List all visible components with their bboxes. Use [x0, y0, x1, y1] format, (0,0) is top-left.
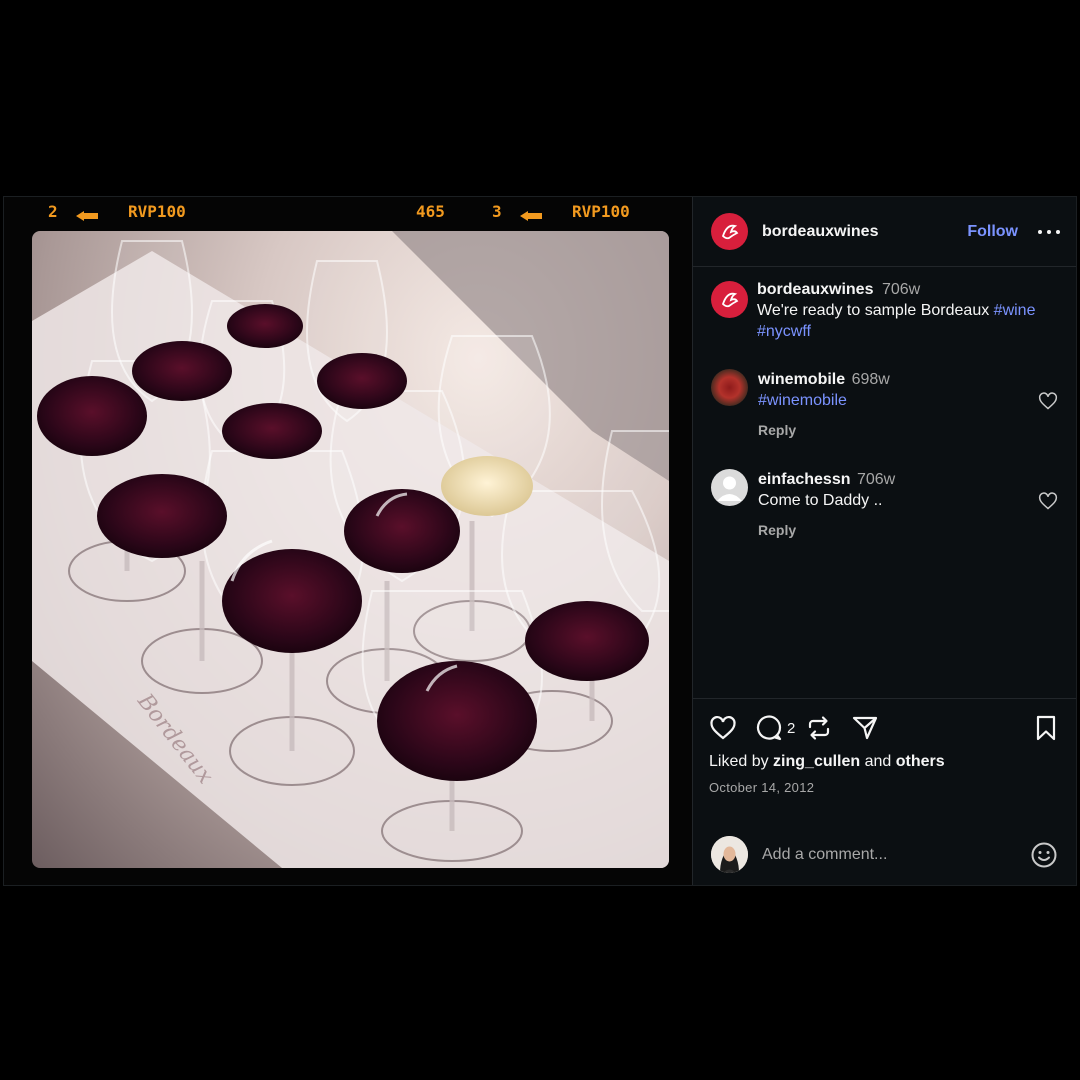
bordeaux-logo-icon — [721, 292, 738, 307]
post-photo[interactable]: Bordeaux — [32, 231, 669, 868]
comment-text[interactable]: #winemobile — [758, 392, 847, 409]
media-pane: 2 RVP100 465 3 RVP100 Bordeaux — [4, 197, 693, 885]
avatar[interactable] — [711, 213, 748, 250]
comments-list: bordeauxwines 706w We're ready to sample… — [693, 267, 1076, 698]
film-code-b: RVP100 — [572, 202, 630, 221]
caption-text: We're ready to sample Bordeaux — [757, 302, 990, 319]
like-heart-icon[interactable] — [709, 714, 737, 742]
frame-number-a: 2 — [48, 202, 58, 221]
film-code-a: RVP100 — [128, 202, 186, 221]
comment-text: Come to Daddy .. — [758, 492, 883, 509]
bookmark-icon[interactable] — [1032, 714, 1060, 742]
post-header: bordeauxwines Follow — [693, 197, 1076, 267]
more-icon[interactable] — [1038, 229, 1060, 234]
film-arrow-icon — [520, 206, 542, 225]
hashtag-link[interactable]: #wine — [994, 302, 1036, 319]
post-card: 2 RVP100 465 3 RVP100 Bordeaux bordeauxw… — [3, 196, 1077, 886]
film-arrow-icon — [76, 206, 98, 225]
post-actions: 2 Liked by zing_cullen and others Octobe… — [693, 698, 1076, 823]
comment-time: 706w — [856, 471, 896, 488]
follow-button[interactable]: Follow — [967, 223, 1018, 241]
emoji-icon[interactable] — [1030, 841, 1058, 869]
comment-item: winemobile 698w #winemobile Reply — [711, 369, 1058, 441]
hashtag-link[interactable]: #nycwff — [757, 323, 811, 340]
reply-button[interactable]: Reply — [758, 420, 890, 441]
comment-username[interactable]: einfachessn — [758, 471, 850, 488]
like-comment-heart-icon[interactable] — [1038, 391, 1058, 411]
wine-glasses-photo: Bordeaux — [32, 231, 669, 868]
comment-item: einfachessn 706w Come to Daddy .. Reply — [711, 469, 1058, 541]
liked-and: and — [864, 753, 892, 770]
avatar[interactable] — [711, 836, 748, 873]
liked-by: Liked by zing_cullen and others — [709, 753, 1060, 771]
caption-username[interactable]: bordeauxwines — [757, 281, 873, 298]
frame-number-b: 3 — [492, 202, 502, 221]
default-user-icon — [717, 476, 742, 501]
bordeaux-logo-icon — [721, 224, 738, 239]
comment-count: 2 — [787, 719, 796, 737]
caption: bordeauxwines 706w We're ready to sample… — [711, 281, 1058, 342]
caption-time: 706w — [881, 281, 921, 298]
avatar[interactable] — [711, 469, 748, 506]
add-comment-input[interactable] — [762, 845, 1030, 864]
comment-time: 698w — [851, 371, 890, 388]
comment-username[interactable]: winemobile — [758, 371, 845, 388]
filmstrip-border: 2 RVP100 465 3 RVP100 — [4, 197, 692, 227]
liked-others-link[interactable]: others — [896, 753, 945, 770]
reply-button[interactable]: Reply — [758, 520, 895, 541]
post-sidebar: bordeauxwines Follow bordeauxwines 706w … — [693, 197, 1076, 885]
liked-prefix: Liked by — [709, 753, 769, 770]
add-comment-bar — [693, 823, 1076, 885]
current-user-avatar-icon — [711, 836, 748, 873]
post-author-username[interactable]: bordeauxwines — [762, 223, 878, 241]
film-number: 465 — [416, 202, 445, 221]
repost-icon[interactable] — [805, 714, 833, 742]
post-date: October 14, 2012 — [709, 780, 815, 795]
avatar[interactable] — [711, 281, 748, 318]
liked-user-link[interactable]: zing_cullen — [773, 753, 860, 770]
comment-bubble-icon[interactable] — [755, 714, 783, 742]
like-comment-heart-icon[interactable] — [1038, 491, 1058, 511]
share-send-icon[interactable] — [851, 714, 879, 742]
avatar[interactable] — [711, 369, 748, 406]
